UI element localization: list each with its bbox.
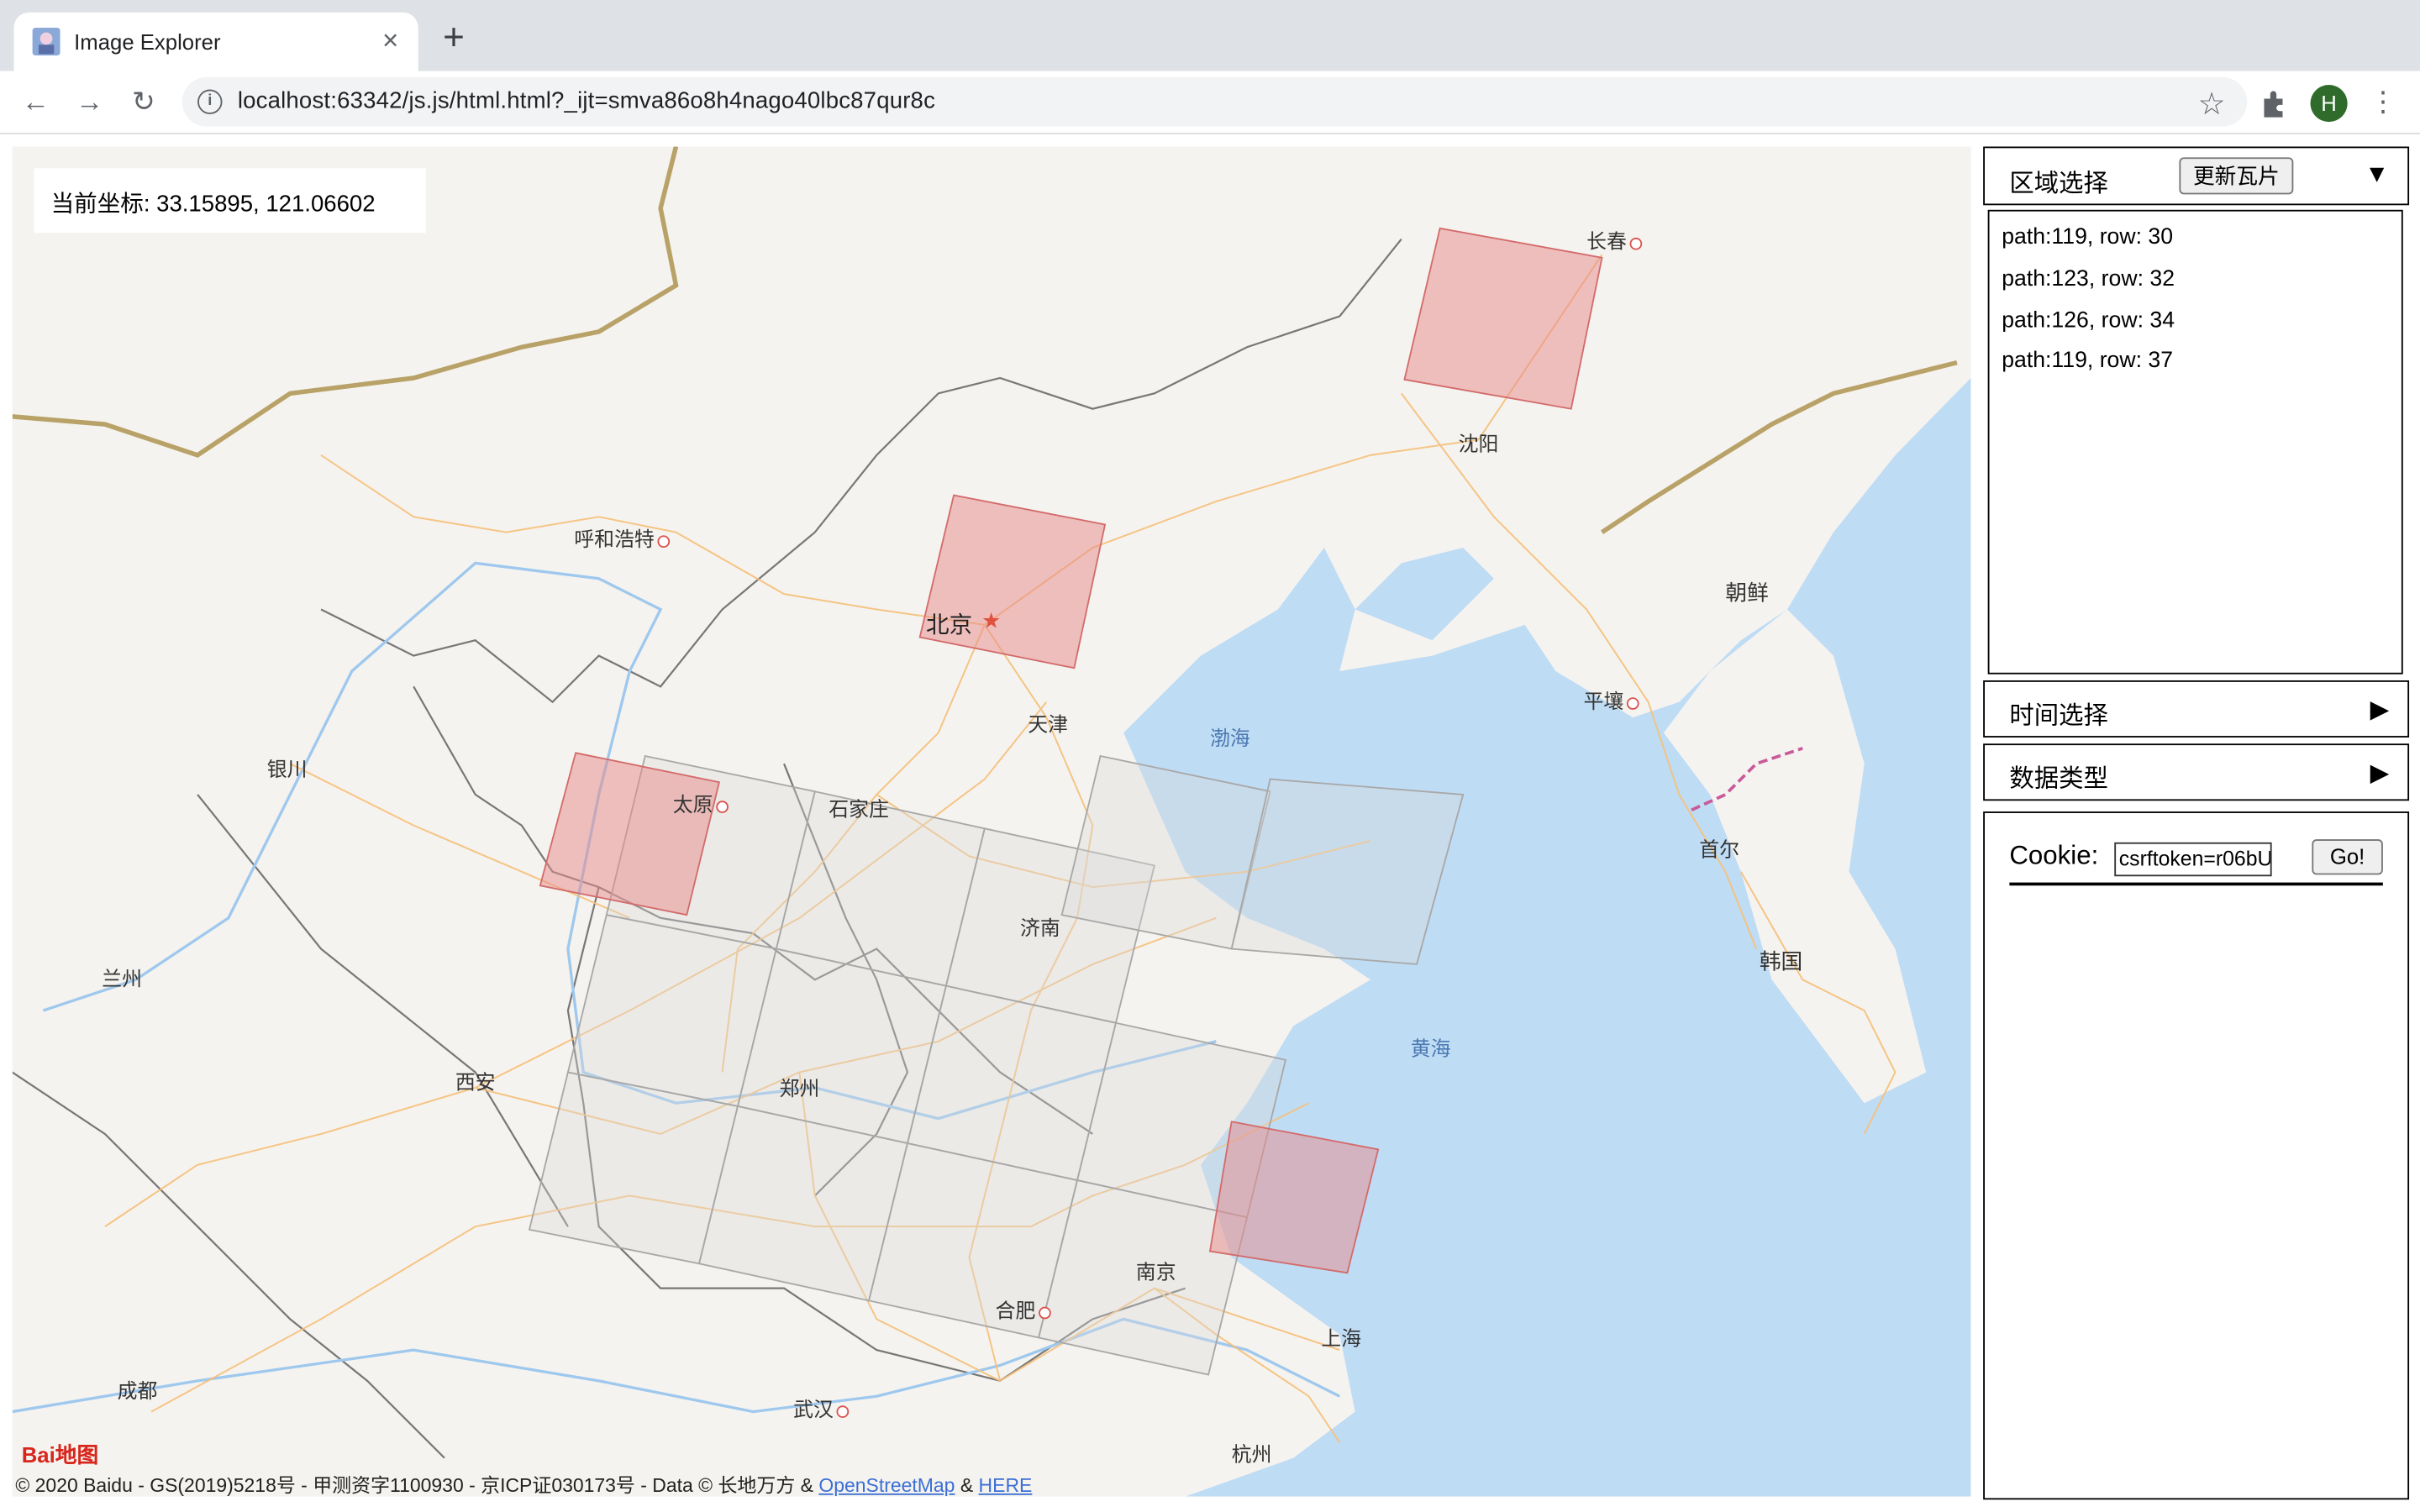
coordinate-display: 当前坐标: 33.15895, 121.06602	[34, 168, 426, 234]
divider	[2009, 882, 2383, 885]
city-label: 沈阳	[1458, 432, 1499, 455]
city-label: 西安	[455, 1070, 496, 1095]
data-type-title: 数据类型	[2009, 766, 2108, 794]
city-label: 首尔	[1699, 837, 1739, 861]
expand-arrow-icon[interactable]: ▶	[2370, 695, 2390, 726]
city-label: 平壤	[1583, 685, 1639, 714]
city-label: 南京	[1135, 1260, 1176, 1284]
collapse-arrow-icon[interactable]: ▼	[2365, 162, 2389, 190]
tab-title: Image Explorer	[74, 29, 221, 55]
url-text[interactable]: localhost:63342/js.js/html.html?_ijt=smv…	[238, 88, 935, 114]
here-link[interactable]: HERE	[979, 1475, 1033, 1497]
kebab-menu-icon[interactable]: ⋮	[2369, 83, 2396, 120]
city-label: 北京	[926, 612, 973, 639]
go-button[interactable]: Go!	[2312, 839, 2383, 875]
new-tab-icon[interactable]: +	[435, 19, 472, 59]
extensions-icon[interactable]	[2258, 87, 2291, 120]
city-dot-icon	[1629, 237, 1643, 249]
city-label: 银川	[266, 757, 308, 781]
city-label: 兰州	[102, 967, 143, 991]
baidu-logo[interactable]: Bai地图	[22, 1440, 98, 1471]
list-item[interactable]: path:119, row: 37	[2002, 349, 2173, 373]
browser-tab[interactable]: Image Explorer ×	[13, 12, 418, 71]
sea-label: 黄海	[1410, 1037, 1451, 1060]
map-copyright: © 2020 Baidu - GS(2019)5218号 - 甲测资字11009…	[15, 1474, 1033, 1497]
sea-label: 渤海	[1209, 727, 1250, 750]
capital-star-icon: ★	[981, 610, 1001, 633]
city-dot-icon	[657, 534, 671, 548]
region-select-header[interactable]: 区域选择 更新瓦片 ▼	[1983, 146, 2410, 206]
favicon-icon	[32, 28, 60, 56]
coordinate-text: 当前坐标: 33.15895, 121.06602	[50, 191, 376, 218]
info-icon[interactable]: i	[197, 89, 223, 114]
list-item[interactable]: path:119, row: 30	[2002, 225, 2173, 249]
time-select-header[interactable]: 时间选择 ▶	[1983, 680, 2410, 738]
city-label: 杭州	[1231, 1442, 1272, 1466]
city-label: 上海	[1321, 1326, 1361, 1351]
city-label: 呼和浩特	[574, 523, 671, 553]
country-label: 朝鲜	[1725, 580, 1769, 605]
time-select-title: 时间选择	[2009, 703, 2108, 730]
path-row-list: path:119, row: 30 path:123, row: 32 path…	[1987, 209, 2403, 675]
reload-icon[interactable]: ↻	[125, 83, 162, 120]
forward-icon[interactable]: →	[71, 83, 108, 120]
city-label: 郑州	[779, 1077, 820, 1100]
map-basemap: ★	[12, 146, 1971, 1497]
city-label: 济南	[1020, 916, 1060, 940]
city-label: 长春	[1586, 225, 1643, 255]
country-label: 韩国	[1759, 948, 1803, 974]
city-label: 成都	[117, 1379, 158, 1403]
profile-avatar[interactable]: H	[2310, 85, 2348, 123]
city-dot-icon	[1039, 1305, 1051, 1319]
cookie-label: Cookie:	[2009, 841, 2099, 870]
city-label: 武汉	[793, 1394, 850, 1423]
region-select-title: 区域选择	[2009, 171, 2108, 198]
map-view[interactable]: ★ 当前坐标: 33.15895, 121.06602 长春 沈阳 呼和浩特 北…	[12, 146, 1971, 1497]
openstreetmap-link[interactable]: OpenStreetMap	[818, 1475, 955, 1497]
list-item[interactable]: path:123, row: 32	[2002, 267, 2175, 291]
bookmark-star-icon[interactable]: ☆	[2198, 85, 2226, 123]
city-dot-icon	[1626, 696, 1639, 710]
list-item[interactable]: path:126, row: 34	[2002, 308, 2175, 333]
cookie-input[interactable]: csrftoken=r06bU	[2114, 842, 2272, 877]
city-dot-icon	[836, 1404, 850, 1418]
city-label: 太原	[673, 789, 729, 818]
city-label: 天津	[1028, 712, 1069, 737]
browser-toolbar: ← → ↻ i localhost:63342/js.js/html.html?…	[0, 71, 2420, 134]
city-label: 石家庄	[829, 797, 889, 822]
city-label: 合肥	[996, 1294, 1051, 1324]
address-bar[interactable]: i localhost:63342/js.js/html.html?_ijt=s…	[182, 76, 2248, 127]
expand-arrow-icon[interactable]: ▶	[2370, 758, 2390, 789]
update-tiles-button[interactable]: 更新瓦片	[2179, 157, 2294, 195]
back-icon[interactable]: ←	[17, 83, 54, 120]
browser-tab-bar: Image Explorer × +	[0, 0, 2420, 71]
close-tab-icon[interactable]: ×	[375, 24, 406, 55]
data-type-header[interactable]: 数据类型 ▶	[1983, 743, 2410, 801]
cookie-panel: Cookie: csrftoken=r06bU Go!	[1983, 811, 2410, 1500]
city-dot-icon	[716, 800, 729, 813]
